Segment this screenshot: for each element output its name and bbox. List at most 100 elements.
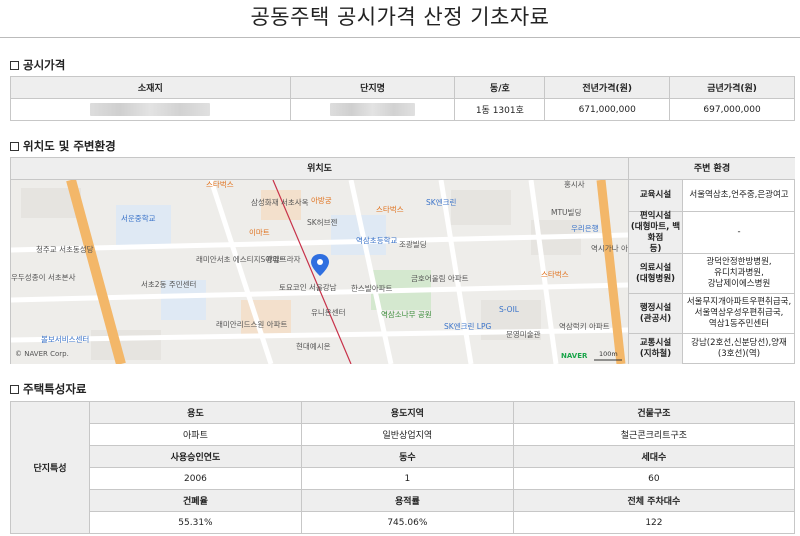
env-value: 강남(2호선,신분당선),양재 (3호선)(역) <box>691 338 787 359</box>
env-label: 교통시설 (지하철) <box>629 334 683 364</box>
table-row: 2006 1 60 <box>11 467 796 490</box>
env-label: 의료시설 (대형병원) <box>629 254 683 293</box>
map-label: 우두성종이 서초본사 <box>11 273 76 282</box>
spec-header: 건물구조 <box>512 401 796 424</box>
map-label: 문영미술관 <box>506 330 541 339</box>
features-table: 단지특성 용도 용도지역 건물구조 아파트 일반상업지역 철근콘크리트구조 사용… <box>10 401 796 534</box>
map-label: 스타벅스 <box>541 270 569 279</box>
map-copyright: © NAVER Corp. <box>15 350 69 358</box>
col-header-curr-price: 금년가격(원) <box>669 76 795 99</box>
spec-value: 2006 <box>89 467 302 490</box>
map-label: SK엔크린 LPG <box>444 322 492 331</box>
env-row-convenience: 편익시설 (대형마트, 백화점 등) - <box>629 211 795 254</box>
env-row-education: 교육시설 서울역삼초,언주중,은광여고 <box>629 180 795 212</box>
spec-value: 아파트 <box>89 423 302 446</box>
spec-header: 사용승인연도 <box>89 445 302 468</box>
env-label: 행정시설 (관공서) <box>629 294 683 333</box>
env-row-administrative: 행정시설 (관공서) 서울무지개아파트우편취급국, 서울역삼우성우편취급국, 역… <box>629 294 795 334</box>
map-label: 역삼럭키 아파트 <box>559 322 610 331</box>
checkbox-square-icon <box>10 385 19 394</box>
spec-value: 745.06% <box>300 511 514 534</box>
col-header-prev-price: 전년가격(원) <box>544 76 671 99</box>
env-label: 교육시설 <box>629 180 683 211</box>
address-cell <box>10 98 291 121</box>
map-label: 래미안리드스원 아파트 <box>216 320 288 329</box>
section-location-label: 위치도 및 주변환경 <box>23 139 116 153</box>
col-header-dong-ho: 동/호 <box>454 76 546 99</box>
section-title-price: 공시가격 <box>10 57 65 73</box>
price-table: 소재지 단지명 동/호 전년가격(원) 금년가격(원) 1동 1301호 671… <box>10 76 795 121</box>
table-row: 단지특성 용도 용도지역 건물구조 <box>10 401 796 534</box>
map-label: 한스빌아파트 <box>351 284 393 293</box>
map-label: 유니온센터 <box>311 308 346 317</box>
title-divider <box>0 37 800 38</box>
location-map[interactable]: 스타벅스 삼성화재 서초사옥 이마트 서운중학교 래미안서초 에스티지S아파트 … <box>11 180 628 364</box>
spec-value: 철근콘크리트구조 <box>512 423 796 446</box>
map-label: 서초2동 주민센터 <box>141 280 197 289</box>
map-label: 이마트 <box>249 228 270 237</box>
map-label: 청주교 서초동성당 <box>36 245 94 254</box>
env-value: - <box>737 227 741 237</box>
map-header: 위치도 <box>11 158 628 180</box>
spec-header: 용도지역 <box>300 401 514 424</box>
redacted-address <box>90 103 211 116</box>
map-label: SK엔크린 <box>426 198 457 207</box>
spec-header: 동수 <box>300 445 514 468</box>
table-row: 1동 1301호 671,000,000 697,000,000 <box>10 98 795 121</box>
map-scale-label: 100m <box>599 350 618 358</box>
map-label: 볼보서비스센터 <box>41 335 90 344</box>
map-label: 금호어울림 아파트 <box>411 274 469 283</box>
complex-features-header: 단지특성 <box>10 401 90 534</box>
redacted-complex <box>330 103 416 116</box>
map-label: 토요코인 서울강남 <box>279 283 337 292</box>
env-label: 편익시설 (대형마트, 백화점 등) <box>629 211 683 254</box>
map-label: 역삼초등학교 <box>356 236 398 245</box>
map-label: S-OIL <box>499 305 519 314</box>
complex-cell <box>289 98 456 121</box>
prev-price-cell: 671,000,000 <box>544 98 671 121</box>
table-row: 사용승인연도 동수 세대수 <box>11 445 796 468</box>
map-label: 역삼소나무 공원 <box>381 310 432 319</box>
spec-value: 60 <box>512 467 796 490</box>
map-label: 역시가나 아파트 <box>591 244 628 253</box>
map-label: MTU빌딩 <box>551 208 582 217</box>
spec-header: 용적률 <box>300 489 514 512</box>
table-row: 55.31% 745.06% 122 <box>11 511 796 534</box>
price-table-header: 소재지 단지명 동/호 전년가격(원) 금년가격(원) <box>10 76 795 99</box>
env-header: 주변 환경 <box>629 158 795 180</box>
section-title-location: 위치도 및 주변환경 <box>10 138 116 154</box>
naver-logo: NAVER <box>561 352 588 360</box>
col-header-complex: 단지명 <box>289 76 456 99</box>
map-label: 조광빌딩 <box>399 240 427 249</box>
map-label: SK허브젠 <box>307 218 338 227</box>
col-header-address: 소재지 <box>10 76 291 99</box>
environment-panel: 주변 환경 교육시설 서울역삼초,언주중,은광여고 편익시설 (대형마트, 백화… <box>628 158 795 364</box>
env-value: 서울무지개아파트우편취급국, 서울역삼우성우편취급국, 역삼1동주민센터 <box>686 297 792 329</box>
spec-value: 55.31% <box>89 511 302 534</box>
map-label: 서운중학교 <box>121 214 156 223</box>
spec-header: 전체 주차대수 <box>512 489 796 512</box>
env-value: 서울역삼초,언주중,은광여고 <box>689 190 789 200</box>
map-label: 스타벅스 <box>206 180 234 189</box>
table-row: 아파트 일반상업지역 철근콘크리트구조 <box>11 423 796 446</box>
env-row-transport: 교통시설 (지하철) 강남(2호선,신분당선),양재 (3호선)(역) <box>629 334 795 364</box>
spec-value: 일반상업지역 <box>300 423 514 446</box>
checkbox-square-icon <box>10 61 19 70</box>
spec-value: 1 <box>300 467 514 490</box>
map-label: 아방궁 <box>311 196 332 205</box>
section-price-label: 공시가격 <box>23 58 66 72</box>
env-value: 광덕안정한방병원, 유디치과병원, 강남제이에스병원 <box>706 257 772 289</box>
spec-header: 건폐율 <box>89 489 302 512</box>
map-label: 우리은행 <box>571 224 599 233</box>
spec-value: 122 <box>512 511 796 534</box>
checkbox-square-icon <box>10 142 19 151</box>
section-features-label: 주택특성자료 <box>23 382 87 396</box>
map-label: 현대예시온 <box>296 342 331 351</box>
section-title-features: 주택특성자료 <box>10 381 86 397</box>
spec-header: 세대수 <box>512 445 796 468</box>
dong-ho-cell: 1동 1301호 <box>454 98 546 121</box>
curr-price-cell: 697,000,000 <box>669 98 795 121</box>
spec-header: 용도 <box>89 401 302 424</box>
page-title: 공동주택 공시가격 산정 기초자료 <box>250 5 550 29</box>
table-row: 건폐율 용적률 전체 주차대수 <box>11 489 796 512</box>
